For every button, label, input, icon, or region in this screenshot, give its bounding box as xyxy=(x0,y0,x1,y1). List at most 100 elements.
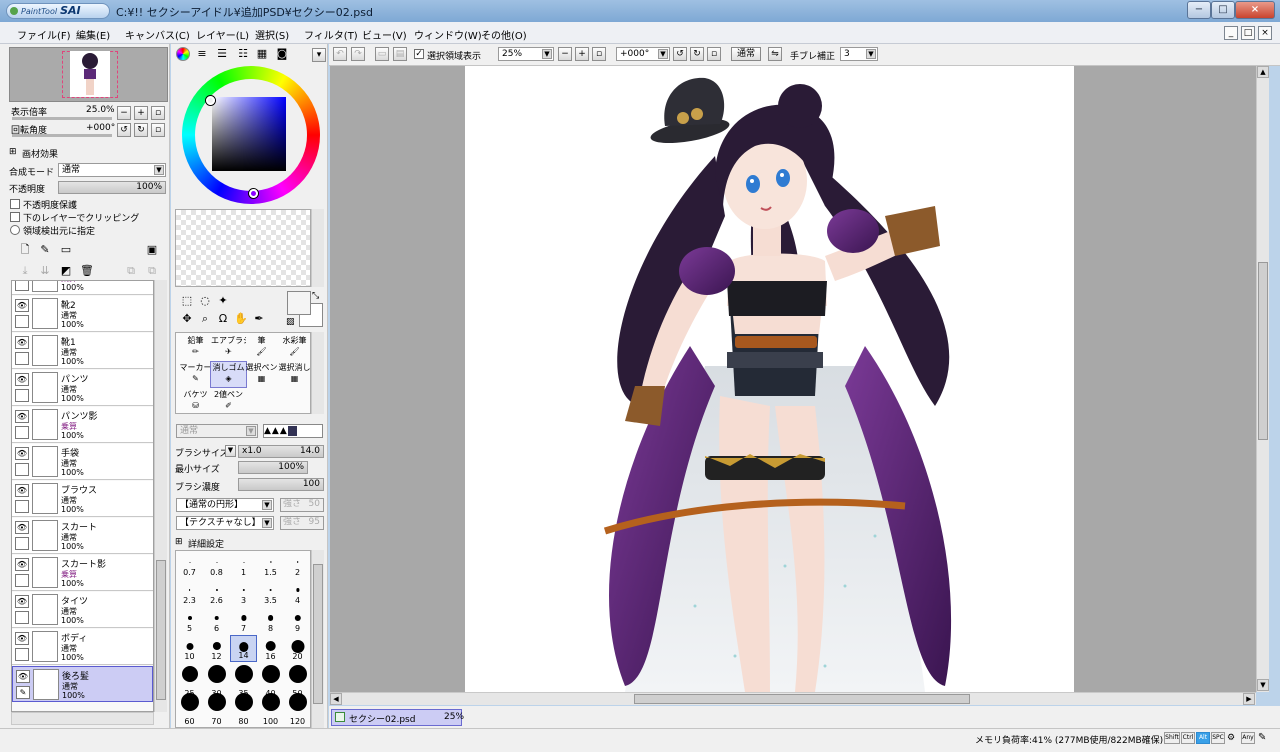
clipping-checkbox[interactable] xyxy=(10,212,20,222)
brush-texture-select[interactable]: 【テクスチャなし】 ▼ xyxy=(176,516,274,530)
layer-lock-toggle[interactable] xyxy=(15,574,29,587)
mdi-close-button[interactable]: × xyxy=(1258,26,1272,40)
brush-size-cell[interactable]: 2.3 xyxy=(176,579,203,606)
rotate-icon[interactable]: Ω xyxy=(216,312,230,326)
layer-row[interactable]: 👁 靴2 通常 100% xyxy=(12,296,153,332)
effect-expand-icon[interactable]: ⊞ xyxy=(9,147,17,157)
layer-mask-icon[interactable]: ▣ xyxy=(145,243,159,257)
color-marker[interactable] xyxy=(249,189,258,198)
canvas-rotate-left-button[interactable]: ↺ xyxy=(673,47,687,61)
brush-tool-watercolor[interactable]: 水彩筆 🖌 xyxy=(276,334,313,361)
hand-icon[interactable]: ✋ xyxy=(234,312,248,326)
zoom-in-button[interactable]: + xyxy=(134,106,148,120)
layer-row[interactable]: 👁 靴1 通常 100% xyxy=(12,333,153,369)
canvas-mode-button[interactable]: 通常 xyxy=(731,47,761,61)
color-mix-tab-icon[interactable]: ☷ xyxy=(236,47,250,61)
brush-tool-marker[interactable]: マーカー ✎ xyxy=(177,361,214,388)
brush-size-cell[interactable]: 25 xyxy=(176,663,203,698)
brush-tool-airbrush[interactable]: エアブラシ ✈ xyxy=(210,334,247,361)
mdi-restore-button[interactable]: □ xyxy=(1241,26,1255,40)
layer-lock-toggle[interactable] xyxy=(15,537,29,550)
brush-size-cell[interactable]: 4 xyxy=(284,579,310,606)
zoom-out-button[interactable]: − xyxy=(117,106,131,120)
visibility-eye-icon[interactable]: 👁 xyxy=(15,521,29,534)
layer-row[interactable]: 👁 手袋 通常 100% xyxy=(12,444,153,480)
menu-view[interactable]: ビュー(V) xyxy=(362,27,407,42)
magic-wand-icon[interactable]: ✦ xyxy=(216,294,230,308)
density-slider[interactable]: 100 xyxy=(238,478,324,491)
brush-size-cell[interactable]: 12 xyxy=(203,635,230,662)
layer-row[interactable]: 👁乗算100% xyxy=(12,281,153,295)
scroll-down-icon[interactable]: ▼ xyxy=(1257,679,1269,691)
preserve-opacity-checkbox[interactable] xyxy=(10,199,20,209)
layer-row[interactable]: 👁 タイツ 通常 100% xyxy=(12,592,153,628)
detail-settings-header[interactable]: 詳細設定 xyxy=(188,537,224,550)
brush-size-cell[interactable]: 35 xyxy=(230,663,257,698)
brush-size-cell[interactable]: 8 xyxy=(257,607,284,634)
hue-marker[interactable] xyxy=(206,96,215,105)
brush-size-cell[interactable]: 60 xyxy=(176,691,203,726)
blend-mode-select[interactable]: 通常 ▼ xyxy=(58,163,166,177)
menu-layer[interactable]: レイヤー(L) xyxy=(196,27,249,42)
brush-size-cell[interactable]: 80 xyxy=(230,691,257,726)
brush-shape-select[interactable]: 【通常の円形】 ▼ xyxy=(176,498,274,512)
menu-select[interactable]: 選択(S) xyxy=(255,27,289,42)
visibility-eye-icon[interactable]: 👁 xyxy=(15,373,29,386)
brush-size-cell[interactable]: 20 xyxy=(284,635,310,662)
layer-lock-toggle[interactable] xyxy=(15,500,29,513)
new-layer-icon[interactable]: 🗋 xyxy=(18,243,32,257)
panel-menu-icon[interactable]: ▾ xyxy=(312,48,326,62)
brush-size-cell[interactable]: 3.5 xyxy=(257,579,284,606)
layer-row[interactable]: 👁 ✎ 後ろ髪 通常 100% xyxy=(12,666,153,702)
visibility-eye-icon[interactable]: 👁 xyxy=(15,299,29,312)
hsv-slider-tab-icon[interactable]: ☰ xyxy=(215,47,229,61)
eyedropper-icon[interactable]: ✒ xyxy=(252,312,266,326)
saturation-value-square[interactable] xyxy=(212,97,286,171)
transfer-down-icon[interactable]: ⤓ xyxy=(18,264,32,278)
zoom-icon[interactable]: ⌕ xyxy=(198,312,212,326)
brush-size-slider[interactable]: x1.0 14.0 xyxy=(238,445,324,458)
mdi-minimize-button[interactable]: _ xyxy=(1224,26,1238,40)
menu-edit[interactable]: 編集(E) xyxy=(76,27,110,42)
canvas-hscroll-thumb[interactable] xyxy=(634,694,970,704)
brush-size-cell[interactable]: 3 xyxy=(230,579,257,606)
new-folder-icon[interactable]: ▭ xyxy=(59,243,73,257)
brush-shape-strength[interactable]: 強さ 50 xyxy=(280,498,324,512)
brush-size-scrollbar[interactable] xyxy=(311,550,324,728)
layer-row[interactable]: 👁 ブラウス 通常 100% xyxy=(12,481,153,517)
visibility-eye-icon[interactable]: 👁 xyxy=(15,595,29,608)
scratchpad-tab-icon[interactable]: ◙ xyxy=(275,47,289,61)
scroll-up-icon[interactable]: ▲ xyxy=(1257,66,1269,78)
layer-row[interactable]: 👁 スカート影 乗算 100% xyxy=(12,555,153,591)
visibility-eye-icon[interactable]: 👁 xyxy=(15,336,29,349)
layer-lock-toggle[interactable] xyxy=(15,426,29,439)
angle-value[interactable]: +000° xyxy=(86,123,115,133)
brush-size-cell[interactable]: 120 xyxy=(284,691,310,726)
swap-colors-icon[interactable]: ⤡ xyxy=(312,291,319,301)
menu-filter[interactable]: フィルタ(T) xyxy=(304,27,358,42)
edge-softest-icon[interactable]: ■ xyxy=(287,426,298,436)
brush-size-cell[interactable]: 7 xyxy=(230,607,257,634)
scratchpad[interactable] xyxy=(175,209,311,287)
layer-lock-toggle[interactable] xyxy=(15,315,29,328)
gear-icon[interactable]: ⚙ xyxy=(1227,732,1239,744)
minimize-button[interactable]: − xyxy=(1187,1,1211,19)
brush-tool-binary-pen[interactable]: 2値ペン ✐ xyxy=(210,388,247,415)
brush-size-cell[interactable]: 50 xyxy=(284,663,310,698)
layer-lock-toggle[interactable] xyxy=(15,463,29,476)
foreground-color-swatch[interactable] xyxy=(287,291,311,315)
detail-expand-icon[interactable]: ⊞ xyxy=(175,537,183,547)
brush-size-mult-button[interactable]: ▼ xyxy=(225,445,236,457)
layer-list-scrollbar[interactable] xyxy=(154,280,167,712)
brush-tool-select-eraser[interactable]: 選択消し ▦ xyxy=(276,361,313,388)
layer-lock-toggle[interactable] xyxy=(15,648,29,661)
angle-slider[interactable] xyxy=(12,134,112,137)
canvas-zoom-in-button[interactable]: + xyxy=(575,47,589,61)
layer-row[interactable]: 👁 パンツ 通常 100% xyxy=(12,370,153,406)
layer-lock-toggle[interactable] xyxy=(15,389,29,402)
brush-tool-eraser[interactable]: 消しゴム ◈ xyxy=(210,361,247,388)
new-linework-layer-icon[interactable]: ✎ xyxy=(38,243,52,257)
brush-size-cell[interactable]: 16 xyxy=(257,635,284,662)
swatch-tab-icon[interactable]: ▦ xyxy=(255,47,269,61)
canvas-vscrollbar[interactable]: ▲ ▼ xyxy=(1256,66,1269,692)
